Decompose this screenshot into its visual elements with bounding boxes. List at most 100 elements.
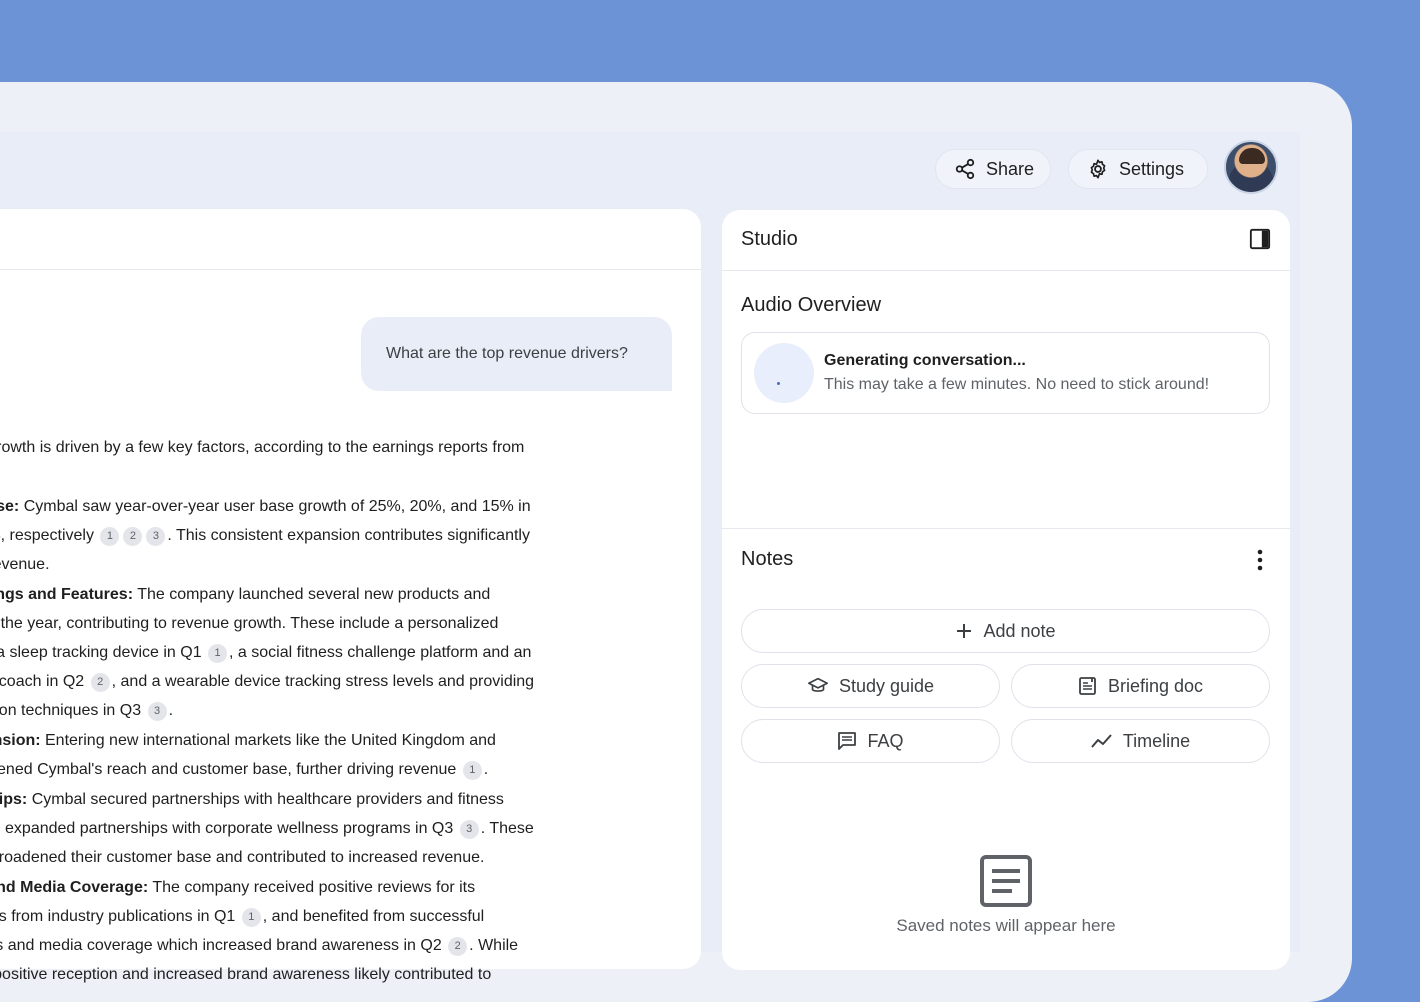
study-guide-icon xyxy=(807,676,829,696)
notes-divider xyxy=(722,528,1290,529)
loading-spinner-icon xyxy=(754,343,814,403)
faq-label: FAQ xyxy=(867,730,904,751)
notes-title: Notes xyxy=(741,548,794,570)
answer-line: , and expanded partnerships with corpora… xyxy=(0,816,605,841)
answer-text: Cymbal secured partnerships with healthc… xyxy=(27,791,504,808)
citation-chip[interactable]: 3 xyxy=(146,527,166,546)
answer-line: ng revenue. xyxy=(0,552,605,577)
answer-line: rvices from industry publications in Q1 … xyxy=(0,904,605,929)
answer-text: Cymbal saw year-over-year user base grow… xyxy=(19,498,531,515)
generating-title: Generating conversation... xyxy=(824,352,1026,369)
answer-line: xpansion: Entering new international mar… xyxy=(0,728,605,753)
answer-line: erships: Cymbal secured partnerships wit… xyxy=(0,787,605,812)
answer-text: . xyxy=(168,702,174,719)
answer-text: The company received positive reviews fo… xyxy=(148,879,476,896)
answer-line: axation techniques in Q3 3. xyxy=(0,698,605,723)
studio-header-divider xyxy=(722,270,1290,271)
share-label: Share xyxy=(986,158,1035,179)
panel-toggle-icon[interactable] xyxy=(1249,228,1271,250)
study-guide-label: Study guide xyxy=(838,675,935,696)
answer-text: , and benefited from successful xyxy=(262,908,485,925)
empty-notes-text: Saved notes will appear here xyxy=(896,916,1116,935)
citation-chip[interactable]: 1 xyxy=(208,644,228,663)
briefing-doc-icon xyxy=(1078,676,1098,696)
citation-chip[interactable]: 2 xyxy=(90,673,110,692)
user-message: What are the top revenue drivers? xyxy=(361,317,672,391)
citation-chip[interactable]: 3 xyxy=(147,702,167,721)
settings-label: Settings xyxy=(1119,158,1185,179)
citation-chip[interactable]: 1 xyxy=(241,908,261,927)
share-button[interactable]: Share xyxy=(935,149,1051,189)
answer-heading: fferings and Features: xyxy=(0,586,134,603)
answer-text: The company launched several new product… xyxy=(133,586,491,603)
answer-text: . While xyxy=(469,937,519,954)
answer-heading: xpansion: xyxy=(0,732,41,749)
plus-icon xyxy=(955,622,973,640)
gear-icon xyxy=(1087,158,1109,180)
share-icon xyxy=(954,158,976,180)
studio-title: Studio xyxy=(741,228,798,250)
answer-text: hout the year, contributing to revenue g… xyxy=(0,615,499,632)
generating-subtitle: This may take a few minutes. No need to … xyxy=(824,376,1210,393)
answer-text: ition coach in Q2 xyxy=(0,673,85,690)
settings-button[interactable]: Settings xyxy=(1068,149,1208,189)
answer-line: roadened Cymbal's reach and customer bas… xyxy=(0,757,605,782)
citation-chip[interactable]: 2 xyxy=(123,527,143,546)
audio-overview-title: Audio Overview xyxy=(741,294,882,316)
answer-text: tify, positive reception and increased b… xyxy=(0,966,492,983)
answer-text: ue growth is driven by a few key factors… xyxy=(0,439,525,456)
answer-line: 2024, respectively 123. This consistent … xyxy=(0,523,605,548)
answer-line: ue growth is driven by a few key factors… xyxy=(0,435,605,460)
answer-line: ely broadened their customer base and co… xyxy=(0,845,605,870)
answer-text: axation techniques in Q3 xyxy=(0,702,142,719)
kebab-menu-icon[interactable] xyxy=(1252,548,1268,572)
faq-icon xyxy=(837,731,857,751)
citation-chip[interactable]: 1 xyxy=(100,527,120,546)
user-message-text: What are the top revenue drivers? xyxy=(386,345,628,362)
study-guide-button[interactable]: Study guide xyxy=(741,664,1000,708)
answer-text: 2024, respectively xyxy=(0,527,94,544)
citation-chip[interactable]: 2 xyxy=(448,937,468,956)
audio-overview-card: Generating conversation... This may take… xyxy=(741,332,1270,414)
answer-heading: vs and Media Coverage: xyxy=(0,879,149,896)
answer-line: and a sleep tracking device in Q1 1, a s… xyxy=(0,640,605,665)
answer-text: roadened Cymbal's reach and customer bas… xyxy=(0,761,461,778)
chat-panel: What are the top revenue drivers? ue gro… xyxy=(0,209,701,983)
answer-text: ng revenue. xyxy=(0,556,50,573)
briefing-doc-label: Briefing doc xyxy=(1107,675,1204,696)
citation-chip[interactable]: 3 xyxy=(459,820,479,839)
answer-text: aigns and media coverage which increased… xyxy=(0,937,447,954)
answer-text: . This consistent expansion contributes … xyxy=(167,527,530,544)
answer-text: rvices from industry publications in Q1 xyxy=(0,908,236,925)
answer-line: ition coach in Q2 2, and a wearable devi… xyxy=(0,669,605,694)
answer-text: Entering new international markets like … xyxy=(40,732,496,749)
briefing-doc-button[interactable]: Briefing doc xyxy=(1011,664,1270,708)
timeline-button[interactable]: Timeline xyxy=(1011,719,1270,763)
answer-text: . These xyxy=(480,820,534,837)
answer-line: r Base: Cymbal saw year-over-year user b… xyxy=(0,494,605,519)
answer-text: , and expanded partnerships with corpora… xyxy=(0,820,458,837)
notes-empty-icon xyxy=(978,853,1034,909)
answer-heading: r Base: xyxy=(0,498,20,515)
answer-line: 024: xyxy=(0,464,605,489)
faq-button[interactable]: FAQ xyxy=(741,719,1000,763)
answer-line: hout the year, contributing to revenue g… xyxy=(0,611,605,636)
citation-chip[interactable]: 1 xyxy=(462,761,482,780)
add-note-button[interactable]: Add note xyxy=(741,609,1270,653)
answer-line: fferings and Features: The company launc… xyxy=(0,582,605,607)
chat-header-divider xyxy=(0,269,701,270)
answer-text: . xyxy=(483,761,489,778)
timeline-icon xyxy=(1091,733,1113,749)
answer-text: ely broadened their customer base and co… xyxy=(0,849,485,866)
answer-text: , a social fitness challenge platform an… xyxy=(229,644,532,661)
answer-line: aigns and media coverage which increased… xyxy=(0,933,605,958)
answer-line: vs and Media Coverage: The company recei… xyxy=(0,875,605,900)
avatar[interactable] xyxy=(1224,140,1278,194)
studio-panel: Studio Audio Overview Generating convers… xyxy=(722,210,1290,970)
answer-text: and a sleep tracking device in Q1 xyxy=(0,644,202,661)
add-note-label: Add note xyxy=(983,620,1056,641)
answer-heading: erships: xyxy=(0,791,28,808)
assistant-answer: ue growth is driven by a few key factors… xyxy=(0,435,605,991)
answer-text: , and a wearable device tracking stress … xyxy=(111,673,535,690)
answer-line: tify, positive reception and increased b… xyxy=(0,962,605,987)
